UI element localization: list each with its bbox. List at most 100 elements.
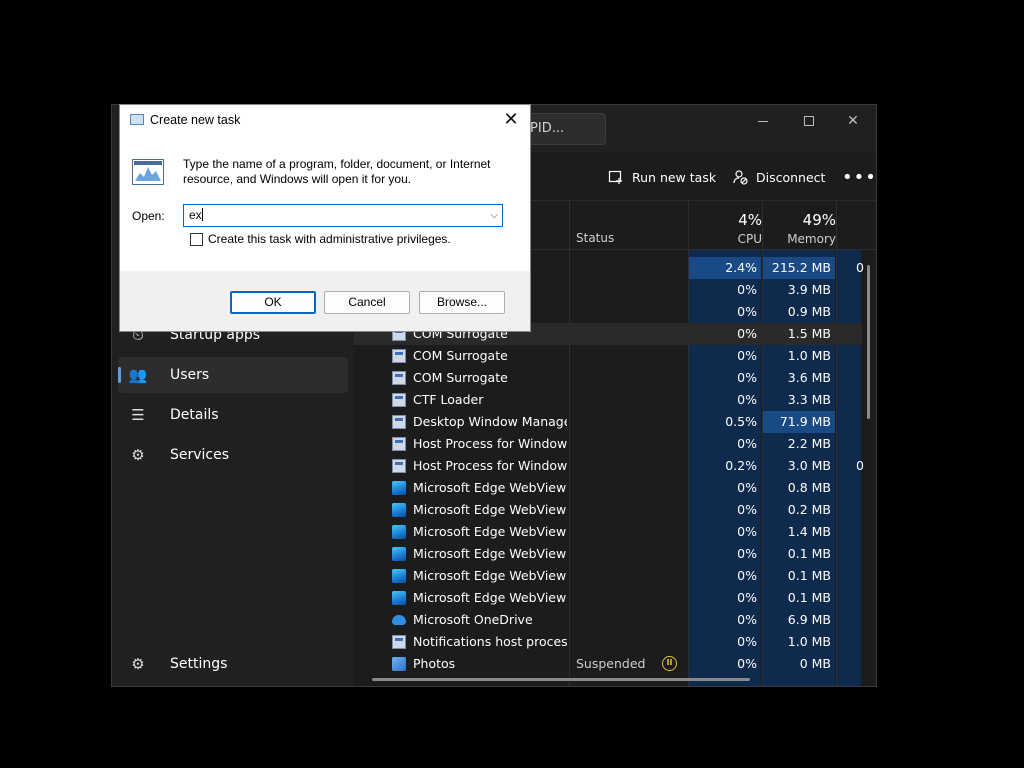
process-name: Host Process for Windows ...	[413, 436, 567, 451]
dialog-close-button[interactable]: ✕	[500, 108, 522, 130]
column-header-cpu[interactable]: 4% CPU	[688, 201, 762, 249]
dialog-title-bar: Create new task ✕	[120, 105, 530, 135]
vertical-scrollbar[interactable]	[867, 265, 870, 419]
disconnect-button[interactable]: Disconnect	[732, 163, 825, 191]
table-row[interactable]: CTF Loader 0% 3.3 MB	[354, 389, 862, 411]
process-memory: 0.2 MB	[787, 502, 831, 517]
process-extra-value: 0	[856, 260, 864, 275]
table-row[interactable]: Notifications host process 0% 1.0 MB	[354, 631, 862, 653]
process-cpu: 0%	[737, 524, 757, 539]
services-icon: ⚙	[131, 446, 145, 464]
close-button[interactable]: ✕	[830, 105, 876, 137]
process-memory: 0.1 MB	[787, 590, 831, 605]
disconnect-icon	[733, 170, 748, 185]
table-row[interactable]: Microsoft Edge WebView2 0% 0.1 MB	[354, 565, 862, 587]
process-cpu: 0%	[737, 370, 757, 385]
process-memory: 3.3 MB	[787, 392, 831, 407]
table-row[interactable]: Microsoft Edge WebView2 0% 1.4 MB	[354, 521, 862, 543]
cpu-total: 4%	[738, 211, 762, 229]
column-header-memory[interactable]: 49% Memory	[762, 201, 836, 249]
sidebar-item-details[interactable]: ☰ Details	[118, 397, 348, 433]
minimize-icon	[758, 120, 768, 122]
app-window-icon	[392, 371, 406, 385]
process-memory: 1.0 MB	[787, 634, 831, 649]
open-input-value: ex	[189, 208, 202, 222]
table-row[interactable]: Desktop Window Manager 0.5% 71.9 MB	[354, 411, 862, 433]
process-memory: 0 MB	[799, 656, 831, 671]
admin-privileges-checkbox[interactable]: Create this task with administrative pri…	[190, 232, 451, 246]
create-new-task-dialog: Create new task ✕ Type the name of a pro…	[119, 104, 531, 332]
process-status: Suspended	[576, 656, 646, 671]
process-name: Microsoft Edge WebView2	[413, 590, 567, 605]
run-window-icon	[130, 114, 144, 125]
app-window-icon	[392, 415, 406, 429]
process-memory: 1.4 MB	[787, 524, 831, 539]
maximize-button[interactable]	[786, 105, 832, 137]
memory-label: Memory	[787, 232, 836, 246]
horizontal-scrollbar[interactable]	[372, 678, 750, 681]
edge-icon	[392, 547, 406, 561]
sidebar-item-settings[interactable]: ⚙ Settings	[118, 646, 348, 682]
run-program-icon	[132, 159, 164, 185]
sidebar-item-label: Services	[170, 447, 230, 463]
process-cpu: 0%	[737, 436, 757, 451]
open-combobox[interactable]: ex ⌵	[183, 204, 503, 227]
text-caret	[201, 208, 203, 221]
sidebar-item-users[interactable]: 👥 Users	[118, 357, 348, 393]
process-memory: 3.9 MB	[787, 282, 831, 297]
app-window-icon	[392, 393, 406, 407]
table-row[interactable]: COM Surrogate 0% 1.0 MB	[354, 345, 862, 367]
app-window-icon	[392, 635, 406, 649]
process-name: Microsoft Edge WebView2	[413, 546, 567, 561]
process-cpu: 0%	[737, 304, 757, 319]
cancel-button[interactable]: Cancel	[324, 291, 410, 314]
process-cpu: 0%	[737, 656, 757, 671]
edge-icon	[392, 591, 406, 605]
process-memory: 0.1 MB	[787, 568, 831, 583]
close-icon: ✕	[503, 109, 519, 129]
maximize-icon	[804, 116, 814, 126]
table-row[interactable]: COM Surrogate 0% 3.6 MB	[354, 367, 862, 389]
edge-icon	[392, 481, 406, 495]
app-window-icon	[392, 459, 406, 473]
table-row[interactable]: Host Process for Windows ... 0% 2.2 MB	[354, 433, 862, 455]
run-new-task-label: Run new task	[632, 169, 717, 185]
minimize-button[interactable]	[740, 105, 786, 137]
table-row[interactable]: Microsoft Edge WebView2 0% 0.8 MB	[354, 477, 862, 499]
process-cpu: 0%	[737, 348, 757, 363]
process-memory: 1.0 MB	[787, 348, 831, 363]
edge-icon	[392, 569, 406, 583]
table-row[interactable]: Microsoft Edge WebView2 0% 0.1 MB	[354, 587, 862, 609]
checkbox-box[interactable]	[190, 232, 203, 246]
open-label: Open:	[132, 209, 165, 223]
process-name: Microsoft Edge WebView2	[413, 568, 567, 583]
process-cpu: 0%	[737, 502, 757, 517]
table-row[interactable]: Host Process for Windows ... 0.2% 3.0 MB 0	[354, 455, 864, 477]
more-options-button[interactable]: •••	[842, 163, 877, 191]
process-name: CTF Loader	[413, 392, 484, 407]
table-row[interactable]: Microsoft Edge WebView2 0% 0.1 MB	[354, 543, 862, 565]
process-memory: 0.1 MB	[787, 546, 831, 561]
process-memory: 71.9 MB	[779, 414, 831, 429]
photos-icon	[392, 657, 406, 671]
table-row[interactable]: Microsoft Edge WebView2 0% 0.2 MB	[354, 499, 862, 521]
column-header-status[interactable]: Status	[576, 231, 614, 249]
table-row[interactable]: Microsoft OneDrive 0% 6.9 MB	[354, 609, 862, 631]
process-cpu: 0%	[737, 546, 757, 561]
process-memory: 3.0 MB	[787, 458, 831, 473]
process-cpu: 2.4%	[725, 260, 757, 275]
process-cpu: 0.2%	[725, 458, 757, 473]
process-name: Host Process for Windows ...	[413, 458, 567, 473]
table-row[interactable]: Photos Suspended II 0% 0 MB	[354, 653, 862, 675]
process-name: Desktop Window Manager	[413, 414, 567, 429]
process-memory: 3.6 MB	[787, 370, 831, 385]
process-name: COM Surrogate	[413, 348, 508, 363]
chevron-down-icon[interactable]: ⌵	[490, 205, 498, 226]
process-cpu: 0%	[737, 634, 757, 649]
sidebar-item-label: Users	[170, 367, 210, 383]
ok-button[interactable]: OK	[230, 291, 316, 314]
sidebar-item-services[interactable]: ⚙ Services	[118, 437, 348, 473]
run-new-task-button[interactable]: Run new task	[608, 163, 716, 191]
browse-button[interactable]: Browse...	[419, 291, 505, 314]
disconnect-label: Disconnect	[756, 169, 826, 185]
